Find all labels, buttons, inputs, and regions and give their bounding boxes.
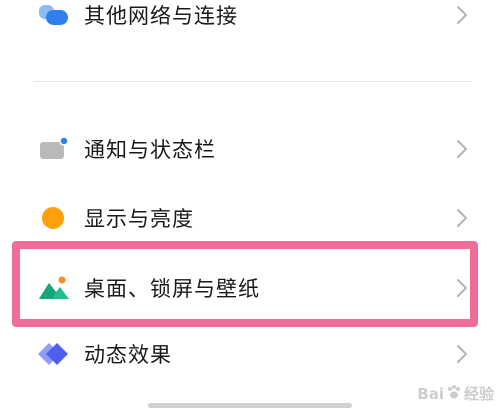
watermark-subtext: 经验 (463, 385, 494, 403)
brightness-icon (38, 202, 70, 234)
settings-item-label: 其他网络与连接 (84, 4, 238, 28)
watermark-text: Bai (417, 384, 444, 403)
settings-item-desktop-lockscreen-wallpaper[interactable]: 桌面、锁屏与壁纸 (0, 260, 500, 316)
settings-item-label: 动态效果 (84, 343, 172, 367)
wallpaper-icon (38, 272, 70, 304)
settings-item-other-network[interactable]: 其他网络与连接 (0, 0, 500, 43)
settings-item-label: 桌面、锁屏与壁纸 (84, 277, 260, 301)
settings-page: 其他网络与连接 通知与状态栏 显示与亮度 桌面、锁屏与壁纸 动态效果 Bai 经… (0, 0, 500, 408)
animation-icon (38, 338, 70, 370)
chevron-right-icon (455, 138, 469, 160)
paw-icon (446, 384, 462, 404)
home-indicator-bar (148, 403, 352, 408)
settings-item-label: 显示与亮度 (84, 207, 194, 231)
settings-item-label: 通知与状态栏 (84, 138, 216, 162)
settings-item-animation-effects[interactable]: 动态效果 (0, 326, 500, 382)
chevron-right-icon (455, 207, 469, 229)
baidu-watermark: Bai 经验 (417, 383, 494, 404)
section-divider (34, 81, 472, 82)
chevron-right-icon (455, 4, 469, 26)
settings-item-notifications[interactable]: 通知与状态栏 (0, 121, 500, 177)
settings-item-display-brightness[interactable]: 显示与亮度 (0, 190, 500, 246)
chevron-right-icon (455, 343, 469, 365)
notification-icon (38, 133, 70, 165)
chevron-right-icon (455, 277, 469, 299)
link-icon (38, 0, 70, 31)
